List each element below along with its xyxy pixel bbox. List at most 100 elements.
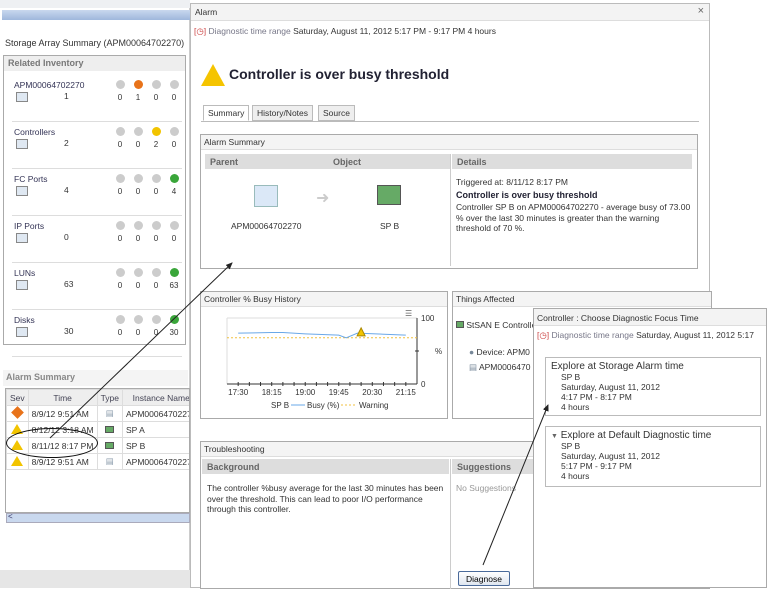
affected-item-array[interactable]: ▤ APM0006470 (469, 362, 530, 373)
col-time[interactable]: Time (27, 389, 98, 406)
controller-icon (377, 185, 401, 205)
scroll-left-icon[interactable]: < (8, 512, 13, 521)
diagnose-button[interactable]: Diagnose (458, 571, 510, 586)
controller-icon (16, 139, 28, 149)
inventory-name[interactable]: IP Ports (14, 221, 44, 231)
divider (450, 154, 451, 266)
x-tick-label: 20:30 (362, 388, 383, 397)
details-header: Details (452, 154, 692, 169)
major-count: 1 (135, 93, 141, 102)
legend-prefix: SP B (271, 401, 289, 410)
explore-alarm-time-option[interactable]: Explore at Storage Alarm time SP B Satur… (545, 357, 761, 416)
inventory-count: 1 (64, 91, 69, 101)
alarm-title: Controller is over busy threshold (229, 66, 450, 82)
disk-icon (16, 327, 28, 337)
y-axis-label: % (435, 347, 442, 356)
storage-array-icon: ▤ (105, 456, 114, 466)
alarm-summary-section: Alarm Summary Parent Object Details APM00… (200, 134, 698, 269)
inventory-count: 0 (64, 232, 69, 242)
alarm-summary-header: Alarm Summary (3, 370, 188, 386)
explore-default-time-option[interactable]: ▼ Explore at Default Diagnostic time SP … (545, 426, 761, 487)
inventory-count: 2 (64, 138, 69, 148)
chart-menu-icon: ☰ (405, 309, 412, 318)
popup-range: [◷] Diagnostic time range Saturday, Augu… (537, 330, 754, 341)
affected-label: Device: APM0 (476, 347, 530, 357)
critical-count: 0 (117, 328, 123, 337)
col-type[interactable]: Type (96, 389, 124, 406)
major-status-icon (134, 80, 143, 89)
clock-icon: [◷] (537, 330, 550, 340)
inventory-count: 4 (64, 185, 69, 195)
tab-history-notes[interactable]: History/Notes (252, 105, 314, 121)
affected-item-controller[interactable]: StSAN E Controlle (456, 320, 536, 330)
inventory-row-luns[interactable]: LUNs 63 0 0 0 63 (12, 264, 182, 310)
warning-count: 0 (153, 328, 159, 337)
major-count: 0 (135, 234, 141, 243)
major-count: 0 (135, 140, 141, 149)
horizontal-scrollbar[interactable]: < (6, 512, 190, 523)
critical-status-icon (116, 174, 125, 183)
normal-status-icon (170, 268, 179, 277)
inventory-row-controllers[interactable]: Controllers 2 0 0 2 0 (12, 123, 182, 169)
object-name[interactable]: SP B (380, 221, 399, 231)
inventory-count: 63 (64, 279, 74, 289)
warning-status-icon (152, 221, 161, 230)
critical-status-icon (116, 127, 125, 136)
option-line: 4 hours (561, 471, 590, 481)
details-title: Controller is over busy threshold (456, 189, 598, 200)
alarm-window-title: Alarm (195, 7, 218, 17)
col-sev[interactable]: Sev (6, 389, 29, 406)
alarm-instance: APM00064702270 (122, 405, 189, 422)
alarm-instance: APM00064702270 (122, 453, 189, 470)
parent-object-header: Parent Object (205, 154, 450, 169)
col-instance[interactable]: Instance Name (122, 389, 189, 406)
inventory-name[interactable]: Disks (14, 315, 35, 325)
alarm-row[interactable]: 8/9/12 9:51 AM ▤ APM00064702270 (6, 405, 189, 422)
ip-port-icon (16, 233, 28, 243)
option-title: Explore at Storage Alarm time (551, 361, 684, 372)
related-inventory-header: Related Inventory (4, 56, 185, 71)
warning-status-icon (152, 268, 161, 277)
alarm-instance: SP A (122, 421, 189, 438)
x-tick-label: 21:15 (396, 388, 417, 397)
inventory-row-apm00064702270[interactable]: APM00064702270 1 0 1 0 0 (12, 76, 182, 122)
warning-count: 0 (153, 187, 159, 196)
page-title: Storage Array Summary (APM00064702270) (5, 38, 185, 48)
inventory-row-fc-ports[interactable]: FC Ports 4 0 0 0 4 (12, 170, 182, 216)
critical-count: 0 (117, 93, 123, 102)
major-status-icon (134, 221, 143, 230)
parent-name[interactable]: APM00064702270 (231, 221, 301, 231)
critical-count: 0 (117, 187, 123, 196)
inventory-name[interactable]: FC Ports (14, 174, 48, 184)
inventory-name[interactable]: LUNs (14, 268, 35, 278)
status-bar (0, 570, 190, 588)
y-tick-label: 0 (421, 380, 426, 389)
chevron-down-icon[interactable]: ▼ (551, 433, 558, 440)
option-line: SP B (561, 441, 581, 451)
normal-count: 63 (169, 281, 179, 290)
inventory-name[interactable]: APM00064702270 (14, 80, 84, 90)
top-tab-strip (0, 0, 190, 8)
background-text: The controller %busy average for the las… (207, 483, 444, 514)
warning-icon (11, 455, 24, 466)
critical-status-icon (116, 80, 125, 89)
x-tick-label: 19:00 (295, 388, 316, 397)
related-inventory-panel: Related Inventory APM00064702270 1 0 1 0… (3, 55, 186, 357)
major-status-icon (134, 174, 143, 183)
critical-status-icon (116, 315, 125, 324)
clock-icon: [◷] (194, 26, 207, 36)
critical-count: 0 (117, 234, 123, 243)
affected-label: APM0006470 (478, 362, 531, 372)
diagnostic-range[interactable]: [◷] Diagnostic time range Saturday, Augu… (194, 26, 496, 37)
storage-array-icon (254, 185, 278, 207)
range-value: Saturday, August 11, 2012 5:17 (636, 330, 754, 340)
alarm-marker-icon (356, 326, 366, 337)
inventory-row-ip-ports[interactable]: IP Ports 0 0 0 0 0 (12, 217, 182, 263)
inventory-name[interactable]: Controllers (14, 127, 55, 137)
background-header: Background (202, 459, 449, 474)
inventory-row-disks[interactable]: Disks 30 0 0 0 30 (12, 311, 182, 357)
tab-source[interactable]: Source (318, 105, 355, 121)
tab-summary[interactable]: Summary (203, 105, 250, 121)
affected-item-device[interactable]: ● Device: APM0 (469, 347, 530, 357)
close-icon[interactable]: × (698, 5, 704, 17)
